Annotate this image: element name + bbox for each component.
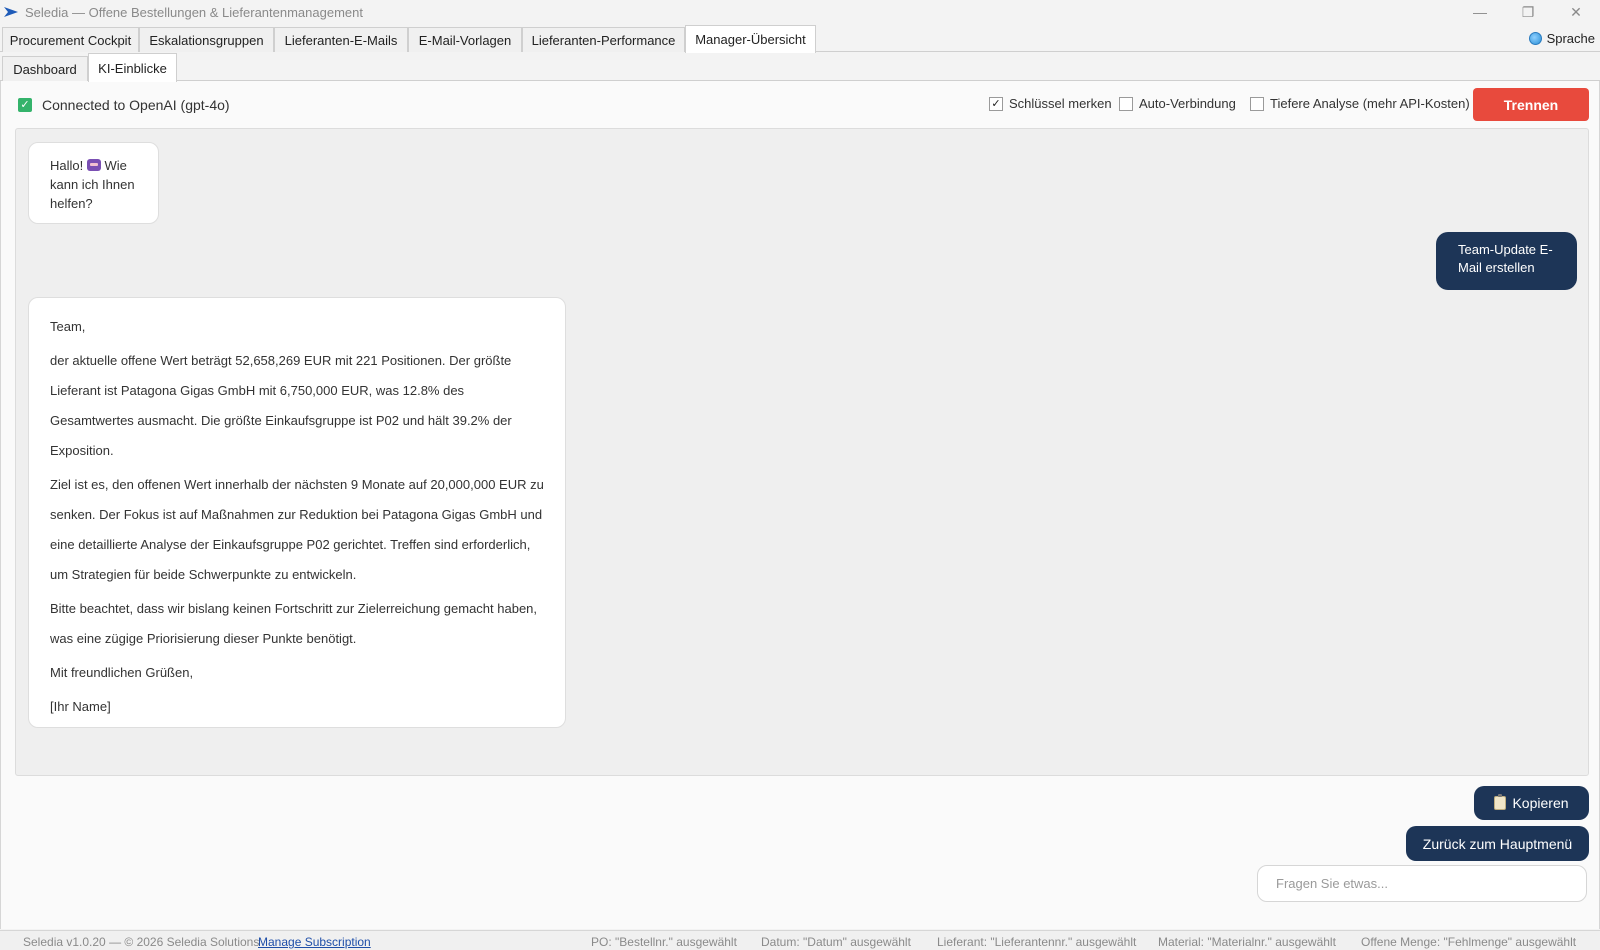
tab-e-mail-vorlagen[interactable]: E-Mail-Vorlagen — [408, 27, 522, 52]
sub-tab-bar: Dashboard KI-Einblicke — [0, 53, 1600, 82]
reply-paragraph: Bitte beachtet, dass wir bislang keinen … — [50, 601, 538, 646]
material-column-status: Material: "Materialnr." ausgewählt — [1158, 935, 1336, 949]
deep-analysis-checkbox[interactable]: Tiefere Analyse (mehr API-Kosten) — [1250, 96, 1470, 111]
clipboard-icon — [1494, 794, 1507, 810]
connection-status: ✓ Connected to OpenAI (gpt-4o) — [18, 97, 230, 113]
po-column-status: PO: "Bestellnr." ausgewählt — [591, 935, 737, 949]
reply-paragraph: Team, — [50, 319, 86, 334]
tab-lieferanten-e-mails[interactable]: Lieferanten-E-Mails — [274, 27, 408, 52]
window-controls: — ❐ ✕ — [1456, 0, 1600, 24]
ask-input[interactable] — [1257, 865, 1587, 902]
window-title: Seledia — Offene Bestellungen & Lieferan… — [25, 4, 363, 20]
user-message: Team-Update E-Mail erstellen — [1436, 232, 1577, 290]
minimize-icon[interactable]: — — [1456, 0, 1504, 24]
copy-button[interactable]: Kopieren — [1474, 786, 1589, 820]
tab-procurement-cockpit[interactable]: Procurement Cockpit — [2, 27, 139, 52]
manage-subscription-link[interactable]: Manage Subscription — [258, 935, 371, 949]
globe-icon — [1528, 32, 1542, 45]
reply-paragraph: der aktuelle offene Wert beträgt 52,658,… — [50, 353, 512, 458]
supplier-column-status: Lieferant: "Lieferantennr." ausgewählt — [937, 935, 1137, 949]
chat-area[interactable]: Hallo! Wie kann ich Ihnen helfen? Team-U… — [15, 128, 1589, 776]
version-text: Seledia v1.0.20 — © 2026 Seledia Solutio… — [23, 935, 260, 949]
copy-button-label: Kopieren — [1512, 795, 1569, 811]
auto-connect-checkbox[interactable]: Auto-Verbindung — [1119, 96, 1236, 111]
deep-analysis-check[interactable] — [1250, 96, 1264, 111]
reply-paragraph: Mit freundlichen Grüßen, — [50, 665, 194, 680]
assistant-greeting-message: Hallo! Wie kann ich Ihnen helfen? — [28, 142, 159, 224]
close-icon[interactable]: ✕ — [1552, 0, 1600, 24]
main-tab-bar: Procurement Cockpit Eskalationsgruppen L… — [0, 25, 1600, 53]
reply-paragraph: [Ihr Name] — [50, 699, 111, 714]
maximize-icon[interactable]: ❐ — [1504, 0, 1552, 24]
status-bar: Seledia v1.0.20 — © 2026 Seledia Solutio… — [0, 930, 1600, 950]
remember-key-label: Schlüssel merken — [1009, 96, 1112, 111]
language-label: Sprache — [1546, 31, 1595, 46]
tab-manager-uebersicht[interactable]: Manager-Übersicht — [685, 25, 816, 53]
tab-lieferanten-performance[interactable]: Lieferanten-Performance — [522, 27, 685, 52]
auto-connect-check[interactable] — [1119, 96, 1133, 111]
robot-emoji-icon — [86, 159, 101, 171]
title-bar: Seledia — Offene Bestellungen & Lieferan… — [0, 0, 1600, 24]
language-selector[interactable]: Sprache — [1528, 31, 1595, 46]
reply-paragraph: Ziel ist es, den offenen Wert innerhalb … — [50, 477, 544, 582]
back-to-main-menu-button[interactable]: Zurück zum Hauptmenü — [1406, 826, 1589, 861]
seledia-logo-icon — [4, 7, 18, 17]
remember-key-checkbox[interactable]: ✓ Schlüssel merken — [989, 96, 1112, 111]
tab-ki-einblicke[interactable]: KI-Einblicke — [88, 53, 177, 82]
remember-key-check[interactable]: ✓ — [989, 96, 1003, 111]
disconnect-button[interactable]: Trennen — [1473, 88, 1589, 121]
greeting-text-start: Hallo! — [50, 158, 84, 173]
open-quantity-column-status: Offene Menge: "Fehlmenge" ausgewählt — [1361, 935, 1577, 949]
deep-analysis-label: Tiefere Analyse (mehr API-Kosten) — [1270, 96, 1470, 111]
connection-status-text: Connected to OpenAI (gpt-4o) — [42, 97, 230, 113]
auto-connect-label: Auto-Verbindung — [1139, 96, 1236, 111]
date-column-status: Datum: "Datum" ausgewählt — [761, 935, 911, 949]
connected-check-icon: ✓ — [18, 98, 32, 112]
tab-eskalationsgruppen[interactable]: Eskalationsgruppen — [139, 27, 274, 52]
tab-dashboard[interactable]: Dashboard — [2, 56, 88, 81]
ki-einblicke-panel: ✓ Connected to OpenAI (gpt-4o) ✓ Schlüss… — [0, 81, 1600, 929]
assistant-reply-message: Team, der aktuelle offene Wert beträgt 5… — [28, 297, 566, 728]
